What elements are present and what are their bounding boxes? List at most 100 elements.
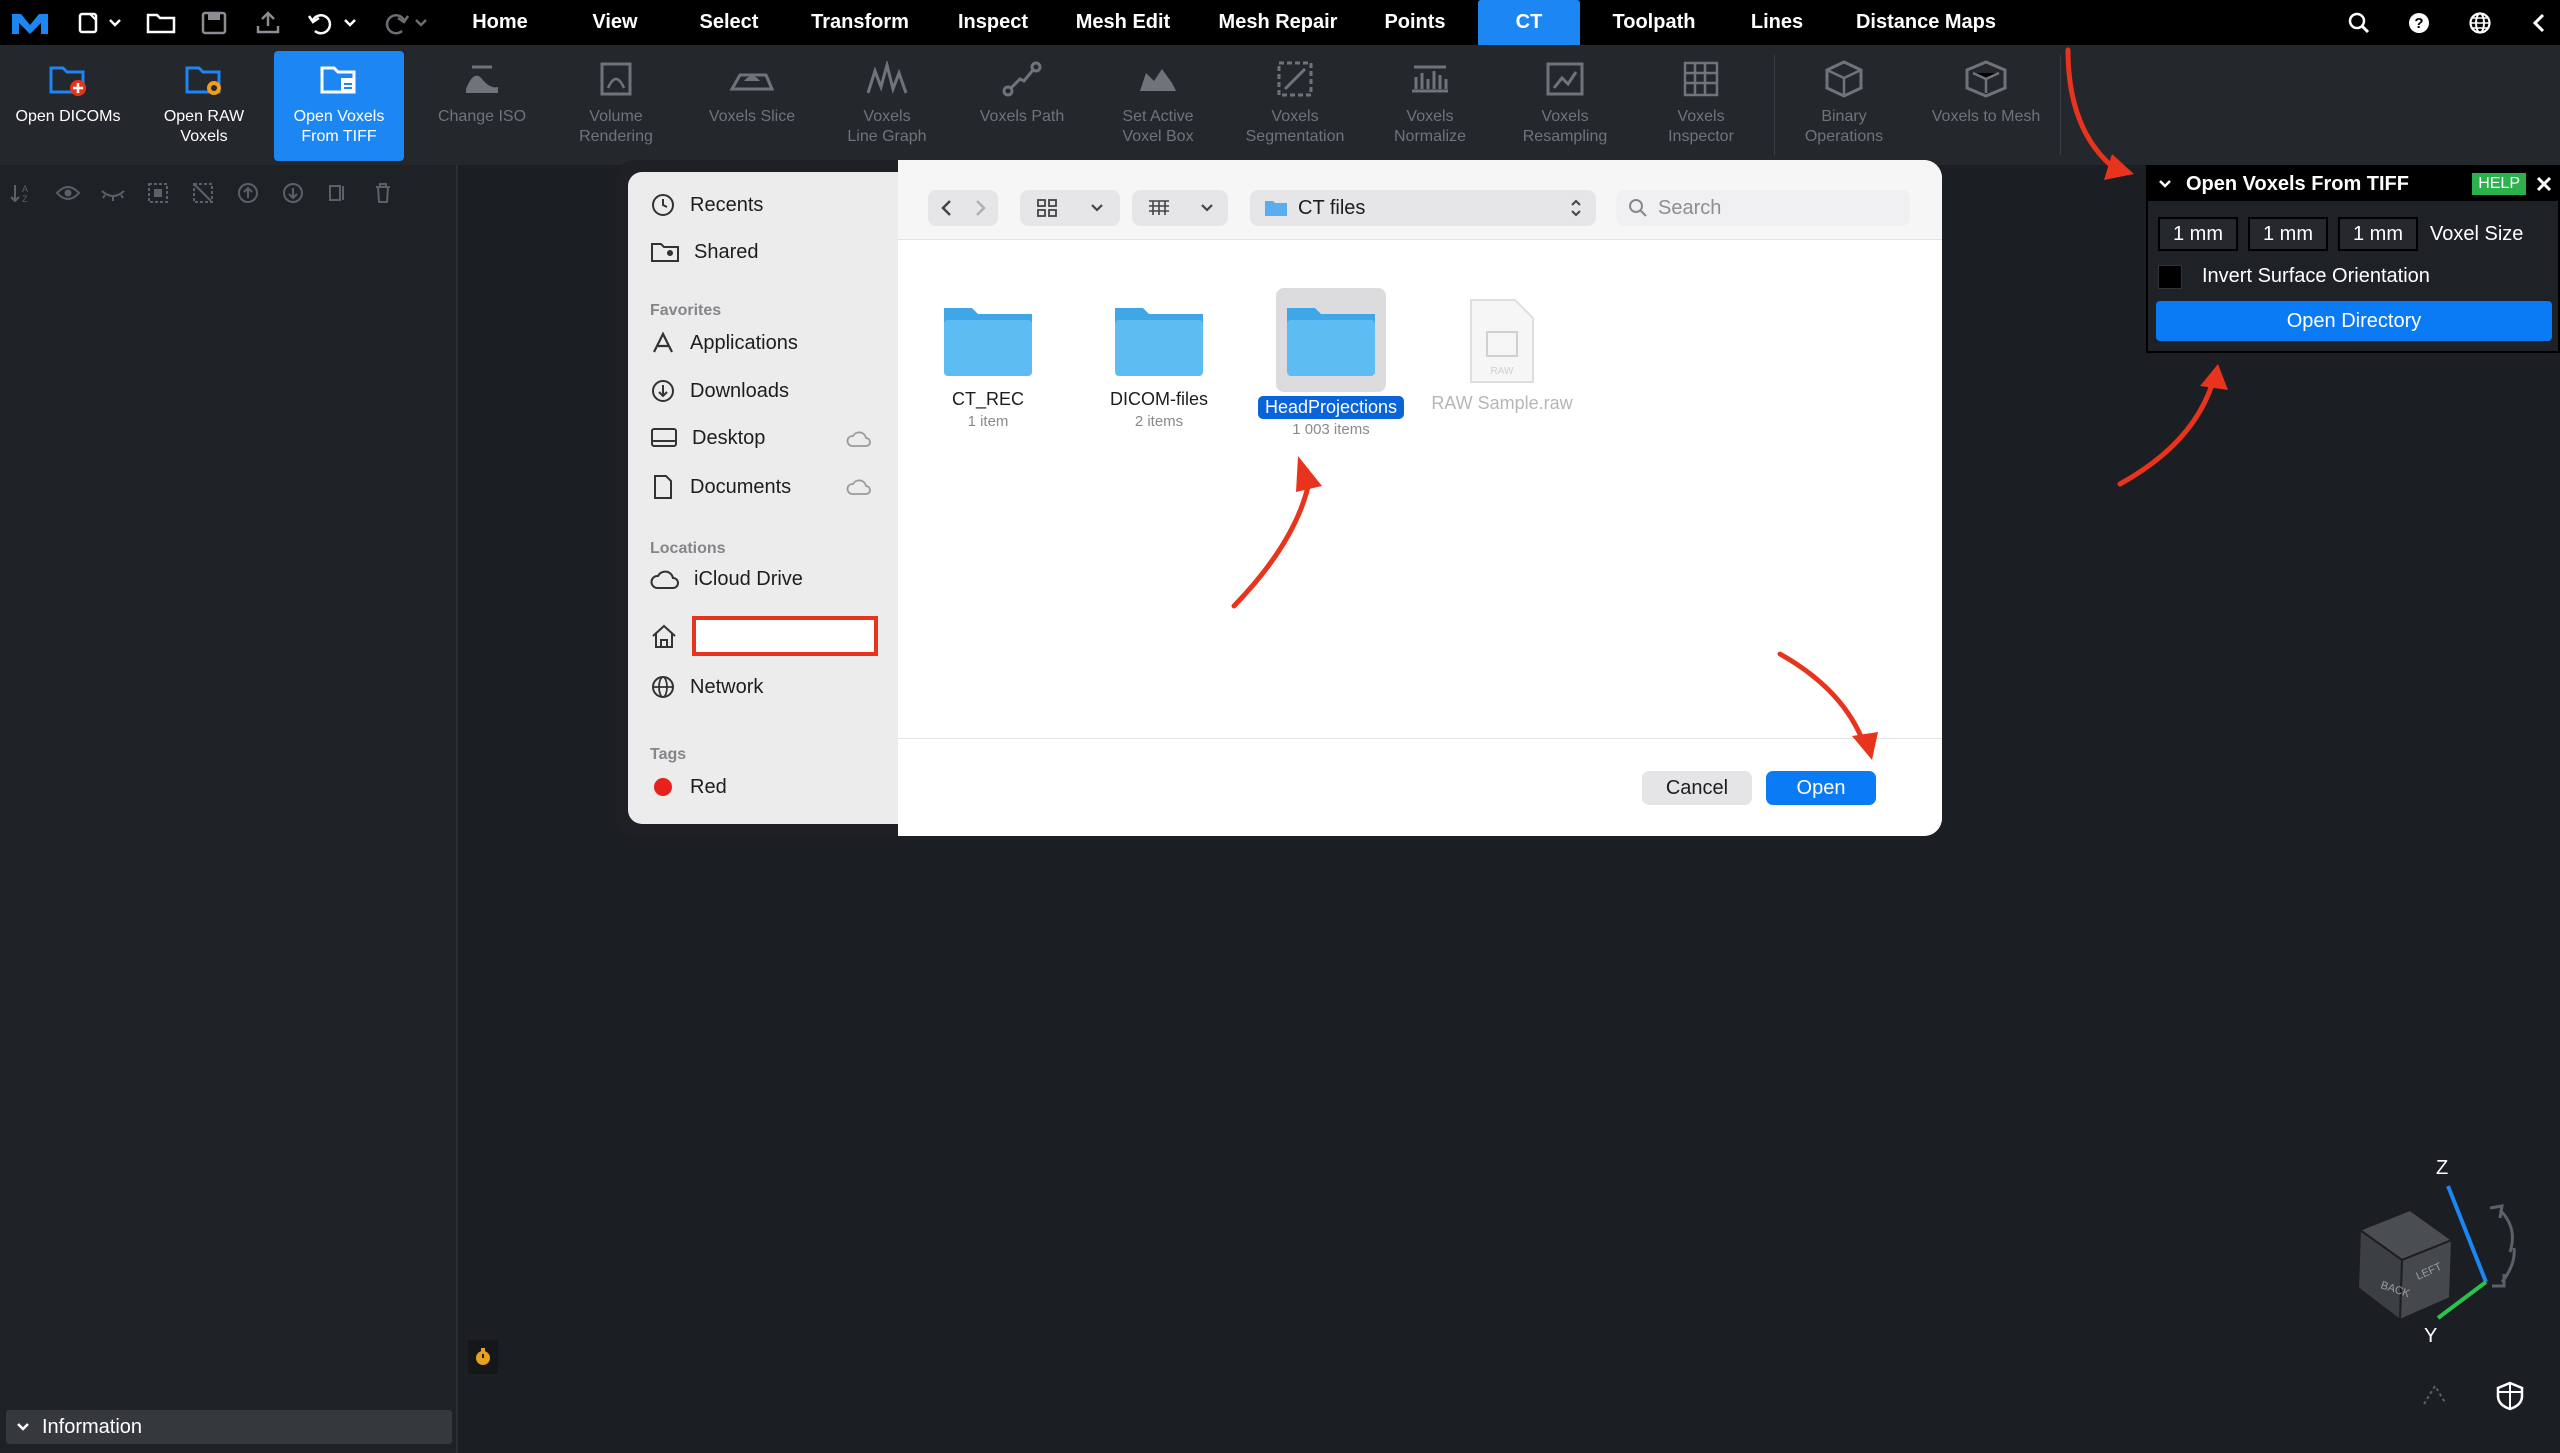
red-tag-dot-icon [654, 778, 672, 796]
folder-icon [1115, 308, 1203, 376]
open-directory-button[interactable]: Open Directory [2156, 301, 2552, 341]
undo-icon[interactable] [305, 0, 361, 45]
sidebar-item-recents[interactable]: Recents [650, 192, 763, 218]
chevron-down-icon[interactable] [2158, 179, 2172, 189]
icloud-status-icon [846, 431, 871, 447]
close-icon[interactable] [2536, 176, 2552, 192]
sidebar-item-documents[interactable]: Documents [650, 474, 791, 500]
path-icon [1000, 51, 1044, 107]
cancel-button[interactable]: Cancel [1642, 771, 1752, 805]
open-raw-voxels-button[interactable]: Open RAW Voxels [140, 51, 268, 161]
sidebar-item-downloads[interactable]: Downloads [650, 378, 789, 404]
open-voxels-from-tiff-button[interactable]: Open Voxels From TIFF [274, 51, 404, 161]
hide-icon[interactable] [90, 175, 135, 211]
delete-icon[interactable] [360, 175, 405, 211]
panel-title: Open Voxels From TIFF [2186, 172, 2409, 195]
new-file-menu-icon[interactable] [72, 0, 128, 45]
svg-text:RAW: RAW [1491, 366, 1515, 377]
redo-icon[interactable] [376, 0, 432, 45]
globe-icon[interactable] [2465, 0, 2495, 45]
clock-icon [652, 194, 674, 216]
sort-az-icon[interactable]: AZ [0, 175, 45, 211]
history-marker-icon[interactable] [468, 1340, 498, 1374]
sidebar-item-shared[interactable]: Shared [650, 240, 759, 264]
move-down-icon[interactable] [270, 175, 315, 211]
voxels-inspector-button[interactable]: Voxels Inspector [1638, 51, 1764, 161]
help-badge[interactable]: HELP [2472, 173, 2526, 195]
tab-inspect[interactable]: Inspect [946, 0, 1040, 45]
search-icon[interactable] [2344, 0, 2374, 45]
voxel-size-z-input[interactable]: 1 mm [2338, 217, 2418, 251]
tab-transform[interactable]: Transform [800, 0, 920, 45]
mirror-icon[interactable] [315, 175, 360, 211]
open-folder-icon[interactable] [143, 0, 179, 45]
download-icon [652, 380, 674, 402]
raw-file-icon: RAW [1470, 299, 1534, 383]
slice-icon [728, 51, 776, 107]
file-item-count: 1 003 items [1292, 421, 1370, 438]
file-name: HeadProjections [1257, 396, 1405, 419]
tab-mesh-edit[interactable]: Mesh Edit [1068, 0, 1178, 45]
show-icon[interactable] [45, 175, 90, 211]
sidebar-item-home[interactable] [650, 616, 878, 656]
view-mode-select[interactable] [1020, 190, 1120, 226]
sidebar-item-network[interactable]: Network [650, 674, 763, 700]
tab-home[interactable]: Home [460, 0, 540, 45]
voxels-path-button[interactable]: Voxels Path [960, 51, 1084, 161]
open-dicoms-button[interactable]: Open DICOMs [4, 51, 132, 161]
select-all-icon[interactable] [135, 175, 180, 211]
voxels-normalize-button[interactable]: Voxels Normalize [1368, 51, 1492, 161]
tab-ct[interactable]: CT [1478, 0, 1580, 45]
deselect-icon[interactable] [180, 175, 225, 211]
chevron-down-icon [1091, 204, 1103, 212]
open-button[interactable]: Open [1766, 771, 1876, 805]
sidebar-item-icloud-drive[interactable]: iCloud Drive [650, 568, 803, 591]
search-field[interactable]: Search [1616, 190, 1910, 226]
volume-rendering-button[interactable]: Volume Rendering [554, 51, 678, 161]
change-iso-button[interactable]: Change ISO [420, 51, 544, 161]
cloud-icon [650, 570, 679, 589]
sidebar-item-desktop[interactable]: Desktop [650, 426, 765, 450]
voxels-slice-button[interactable]: Voxels Slice [690, 51, 814, 161]
voxels-resampling-button[interactable]: Voxels Resampling [1502, 51, 1628, 161]
forward-chevron-icon[interactable] [974, 198, 988, 218]
back-chevron-icon[interactable] [939, 198, 953, 218]
nav-buttons [928, 190, 998, 226]
help-icon[interactable]: ? [2404, 0, 2434, 45]
group-by-select[interactable] [1132, 190, 1228, 226]
location-popup[interactable]: CT files [1250, 190, 1596, 226]
list-item-selected[interactable]: HeadProjections 1 003 items [1251, 288, 1411, 438]
sidebar-item-applications[interactable]: Applications [650, 330, 798, 356]
list-item[interactable]: DICOM-files 2 items [1079, 300, 1239, 430]
tab-lines[interactable]: Lines [1740, 0, 1814, 45]
voxels-line-graph-button[interactable]: Voxels Line Graph [825, 51, 949, 161]
set-active-voxel-box-button[interactable]: Set Active Voxel Box [1096, 51, 1220, 161]
shield-icon[interactable] [2494, 1380, 2526, 1412]
fit-view-icon[interactable] [2418, 1382, 2452, 1410]
voxels-segmentation-button[interactable]: Voxels Segmentation [1230, 51, 1360, 161]
tab-view[interactable]: View [575, 0, 655, 45]
tab-points[interactable]: Points [1378, 0, 1452, 45]
collapse-chevron-icon[interactable] [2524, 0, 2554, 45]
binary-operations-button[interactable]: Binary Operations [1782, 51, 1906, 161]
move-up-icon[interactable] [225, 175, 270, 211]
voxel-size-x-input[interactable]: 1 mm [2158, 217, 2238, 251]
sidebar-item-tag-red[interactable]: Red [650, 774, 727, 800]
save-icon[interactable] [196, 0, 232, 45]
information-label: Information [42, 1415, 143, 1438]
tab-toolpath[interactable]: Toolpath [1604, 0, 1704, 45]
tab-select[interactable]: Select [686, 0, 772, 45]
list-item[interactable]: CT_REC 1 item [908, 300, 1068, 430]
tab-mesh-repair[interactable]: Mesh Repair [1208, 0, 1348, 45]
invert-surface-checkbox[interactable] [2158, 265, 2182, 289]
voxel-size-y-input[interactable]: 1 mm [2248, 217, 2328, 251]
folder-tiff-icon [319, 51, 359, 107]
information-panel-header[interactable]: Information [6, 1410, 452, 1444]
voxels-to-mesh-button[interactable]: Voxels to Mesh [1918, 51, 2054, 161]
app-logo-icon[interactable] [6, 0, 54, 45]
view-cube[interactable]: BACK LEFT Z Y [2330, 1148, 2540, 1348]
tab-distance-maps[interactable]: Distance Maps [1848, 0, 2004, 45]
grid-view-icon [1037, 199, 1057, 217]
export-icon[interactable] [250, 0, 286, 45]
list-item-disabled: RAW RAW Sample.raw [1422, 298, 1582, 415]
